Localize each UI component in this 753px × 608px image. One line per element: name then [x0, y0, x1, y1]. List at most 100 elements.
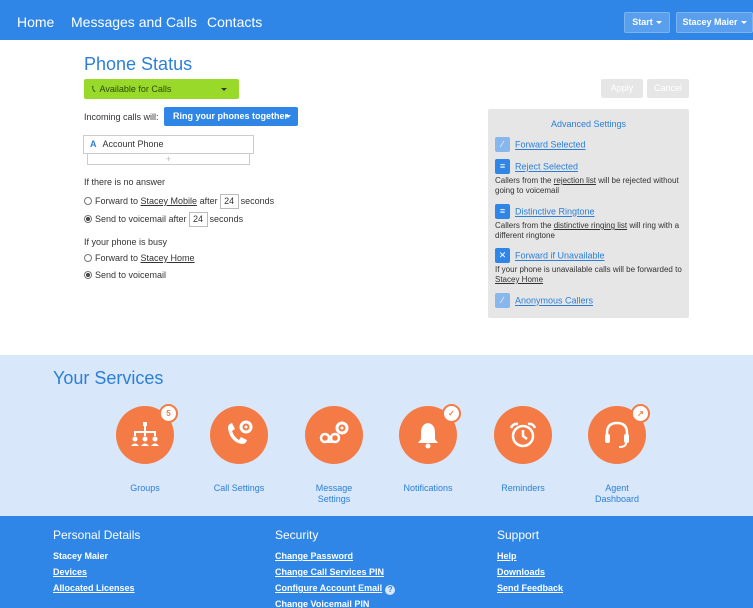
- reject-selected-item: ≡ Reject Selected Callers from the reject…: [495, 159, 685, 196]
- check-badge-icon: ✓: [442, 404, 461, 423]
- no-answer-heading: If there is no answer: [84, 177, 166, 187]
- service-groups[interactable]: 5 Groups: [115, 404, 178, 494]
- nav-home-link[interactable]: Home: [17, 14, 54, 30]
- groups-label: Groups: [130, 483, 160, 493]
- change-pin-link[interactable]: Change Call Services PIN: [275, 564, 395, 580]
- agent-dashboard-line1: Agent: [605, 483, 629, 493]
- notifications-label: Notifications: [403, 483, 453, 493]
- chevron-down-icon: [285, 115, 291, 118]
- voicemail-radio[interactable]: [84, 215, 92, 223]
- service-reminders[interactable]: Reminders: [493, 406, 553, 494]
- voicemail-gear-icon: [319, 421, 349, 444]
- user-name-label: Stacey Maier: [682, 17, 738, 27]
- voicemail-after-label: Send to voicemail after: [95, 214, 187, 224]
- busy-voicemail-row: Send to voicemail: [84, 270, 166, 280]
- rejection-list-link[interactable]: rejection list: [554, 176, 596, 185]
- configure-email-row: Configure Account Email?: [275, 580, 396, 596]
- distinctive-ringtone-item: ≡ Distinctive Ringtone Callers from the d…: [495, 204, 685, 241]
- add-phone-button[interactable]: +: [87, 154, 250, 165]
- busy-voicemail-label: Send to voicemail: [95, 270, 167, 280]
- no-answer-forward-row: Forward to Stacey Mobile after 24 seconds: [84, 194, 274, 209]
- agent-dashboard-circle[interactable]: ↗: [588, 404, 650, 464]
- forward-unavailable-link[interactable]: Forward if Unavailable: [515, 251, 605, 261]
- forward-to-label: Forward to: [95, 196, 139, 206]
- page-title: Phone Status: [84, 54, 193, 74]
- phone-gear-icon: [228, 420, 253, 444]
- headset-icon: [605, 421, 629, 448]
- distinctive-desc-text: Callers from the: [495, 221, 552, 230]
- service-notifications[interactable]: ✓ Notifications: [398, 404, 461, 494]
- chevron-down-icon: [655, 21, 662, 25]
- forward-selected-item: ∕ Forward Selected: [495, 137, 685, 152]
- forward-unavailable-item: ✕ Forward if Unavailable If your phone is…: [495, 248, 685, 285]
- change-password-link[interactable]: Change Password: [275, 548, 395, 564]
- service-message-settings[interactable]: Message Settings: [304, 406, 364, 505]
- forward-selected-link[interactable]: Forward Selected: [515, 140, 586, 150]
- footer-security-column: Security Change Password Change Call Ser…: [275, 528, 396, 608]
- reminders-label: Reminders: [501, 483, 545, 493]
- footer-user-name: Stacey Maier: [53, 551, 109, 561]
- forward-seconds-input[interactable]: 24: [219, 194, 239, 209]
- busy-forward-row: Forward to Stacey Home: [84, 253, 195, 263]
- bell-icon: [418, 423, 438, 449]
- ring-option-dropdown[interactable]: Ring your phones together: [164, 107, 298, 126]
- chevron-down-icon: [221, 88, 227, 91]
- external-link-badge-icon: ↗: [631, 404, 650, 423]
- footer-support-column: Support Help Downloads Send Feedback: [497, 528, 563, 596]
- message-settings-line2: Settings: [317, 494, 351, 504]
- busy-forward-target-link[interactable]: Stacey Home: [141, 253, 195, 263]
- distinctive-description: Callers from the distinctive ringing lis…: [495, 221, 685, 241]
- agent-dashboard-label: Agent Dashboard: [587, 483, 647, 505]
- busy-voicemail-radio[interactable]: [84, 271, 92, 279]
- user-menu-button[interactable]: Stacey Maier: [676, 12, 753, 33]
- reminders-circle[interactable]: [494, 406, 552, 464]
- distinctive-ringtone-link[interactable]: Distinctive Ringtone: [515, 207, 595, 217]
- message-settings-line1: Message: [315, 483, 353, 493]
- busy-forward-radio[interactable]: [84, 254, 92, 262]
- services-title: Your Services: [53, 368, 164, 388]
- start-menu-button[interactable]: Start: [624, 12, 670, 33]
- footer-licenses-link[interactable]: Allocated Licenses: [53, 580, 140, 596]
- start-label: Start: [632, 17, 653, 27]
- distinctive-list-link[interactable]: distinctive ringing list: [554, 221, 627, 230]
- anonymous-callers-item: ∕ Anonymous Callers: [495, 293, 685, 308]
- configure-email-link[interactable]: Configure Account Email: [275, 583, 382, 593]
- availability-dropdown[interactable]: 📞︎ Available for Calls: [84, 79, 239, 99]
- voicemail-seconds-input[interactable]: 24: [188, 212, 208, 227]
- footer-security-heading: Security: [275, 528, 319, 542]
- nav-contacts-link[interactable]: Contacts: [207, 14, 262, 30]
- footer: Personal Details Stacey Maier Devices Al…: [0, 516, 753, 608]
- send-feedback-link[interactable]: Send Feedback: [497, 580, 563, 596]
- unavailable-icon: ✕: [495, 248, 510, 263]
- alarm-clock-icon: [509, 422, 537, 448]
- footer-devices-link[interactable]: Devices: [53, 564, 140, 580]
- groups-circle[interactable]: 5: [116, 404, 178, 464]
- unavailable-target-link[interactable]: Stacey Home: [495, 275, 543, 284]
- reject-selected-link[interactable]: Reject Selected: [515, 162, 578, 172]
- unavailable-desc-text: If your phone is unavailable calls will …: [495, 265, 682, 274]
- chevron-down-icon: [740, 21, 747, 25]
- footer-personal-heading: Personal Details: [53, 528, 141, 542]
- call-settings-label: Call Settings: [213, 483, 265, 493]
- message-settings-circle[interactable]: [305, 406, 363, 464]
- account-phone-row[interactable]: A Account Phone: [83, 135, 254, 154]
- service-call-settings[interactable]: Call Settings: [209, 406, 269, 494]
- cancel-button[interactable]: Cancel: [647, 79, 689, 98]
- apply-button[interactable]: Apply: [601, 79, 643, 98]
- forward-radio[interactable]: [84, 197, 92, 205]
- service-agent-dashboard[interactable]: ↗ Agent Dashboard: [587, 404, 650, 505]
- account-phone-label: Account Phone: [102, 139, 164, 149]
- anonymous-callers-link[interactable]: Anonymous Callers: [515, 296, 593, 306]
- notifications-circle[interactable]: ✓: [399, 404, 461, 464]
- services-section: Your Services 5 Groups Call Settings Mes…: [0, 355, 753, 516]
- help-circle-icon[interactable]: ?: [385, 585, 396, 595]
- help-link[interactable]: Help: [497, 548, 563, 564]
- advanced-settings-panel: Advanced Settings ∕ Forward Selected ≡ Rej…: [488, 109, 689, 318]
- call-settings-circle[interactable]: [210, 406, 268, 464]
- forward-target-link[interactable]: Stacey Mobile: [141, 196, 198, 206]
- availability-label: Available for Calls: [99, 84, 172, 94]
- nav-messages-link[interactable]: Messages and Calls: [71, 14, 197, 30]
- message-settings-label: Message Settings: [304, 483, 364, 505]
- downloads-link[interactable]: Downloads: [497, 564, 563, 580]
- change-voicemail-pin-link[interactable]: Change Voicemail PIN: [275, 596, 395, 608]
